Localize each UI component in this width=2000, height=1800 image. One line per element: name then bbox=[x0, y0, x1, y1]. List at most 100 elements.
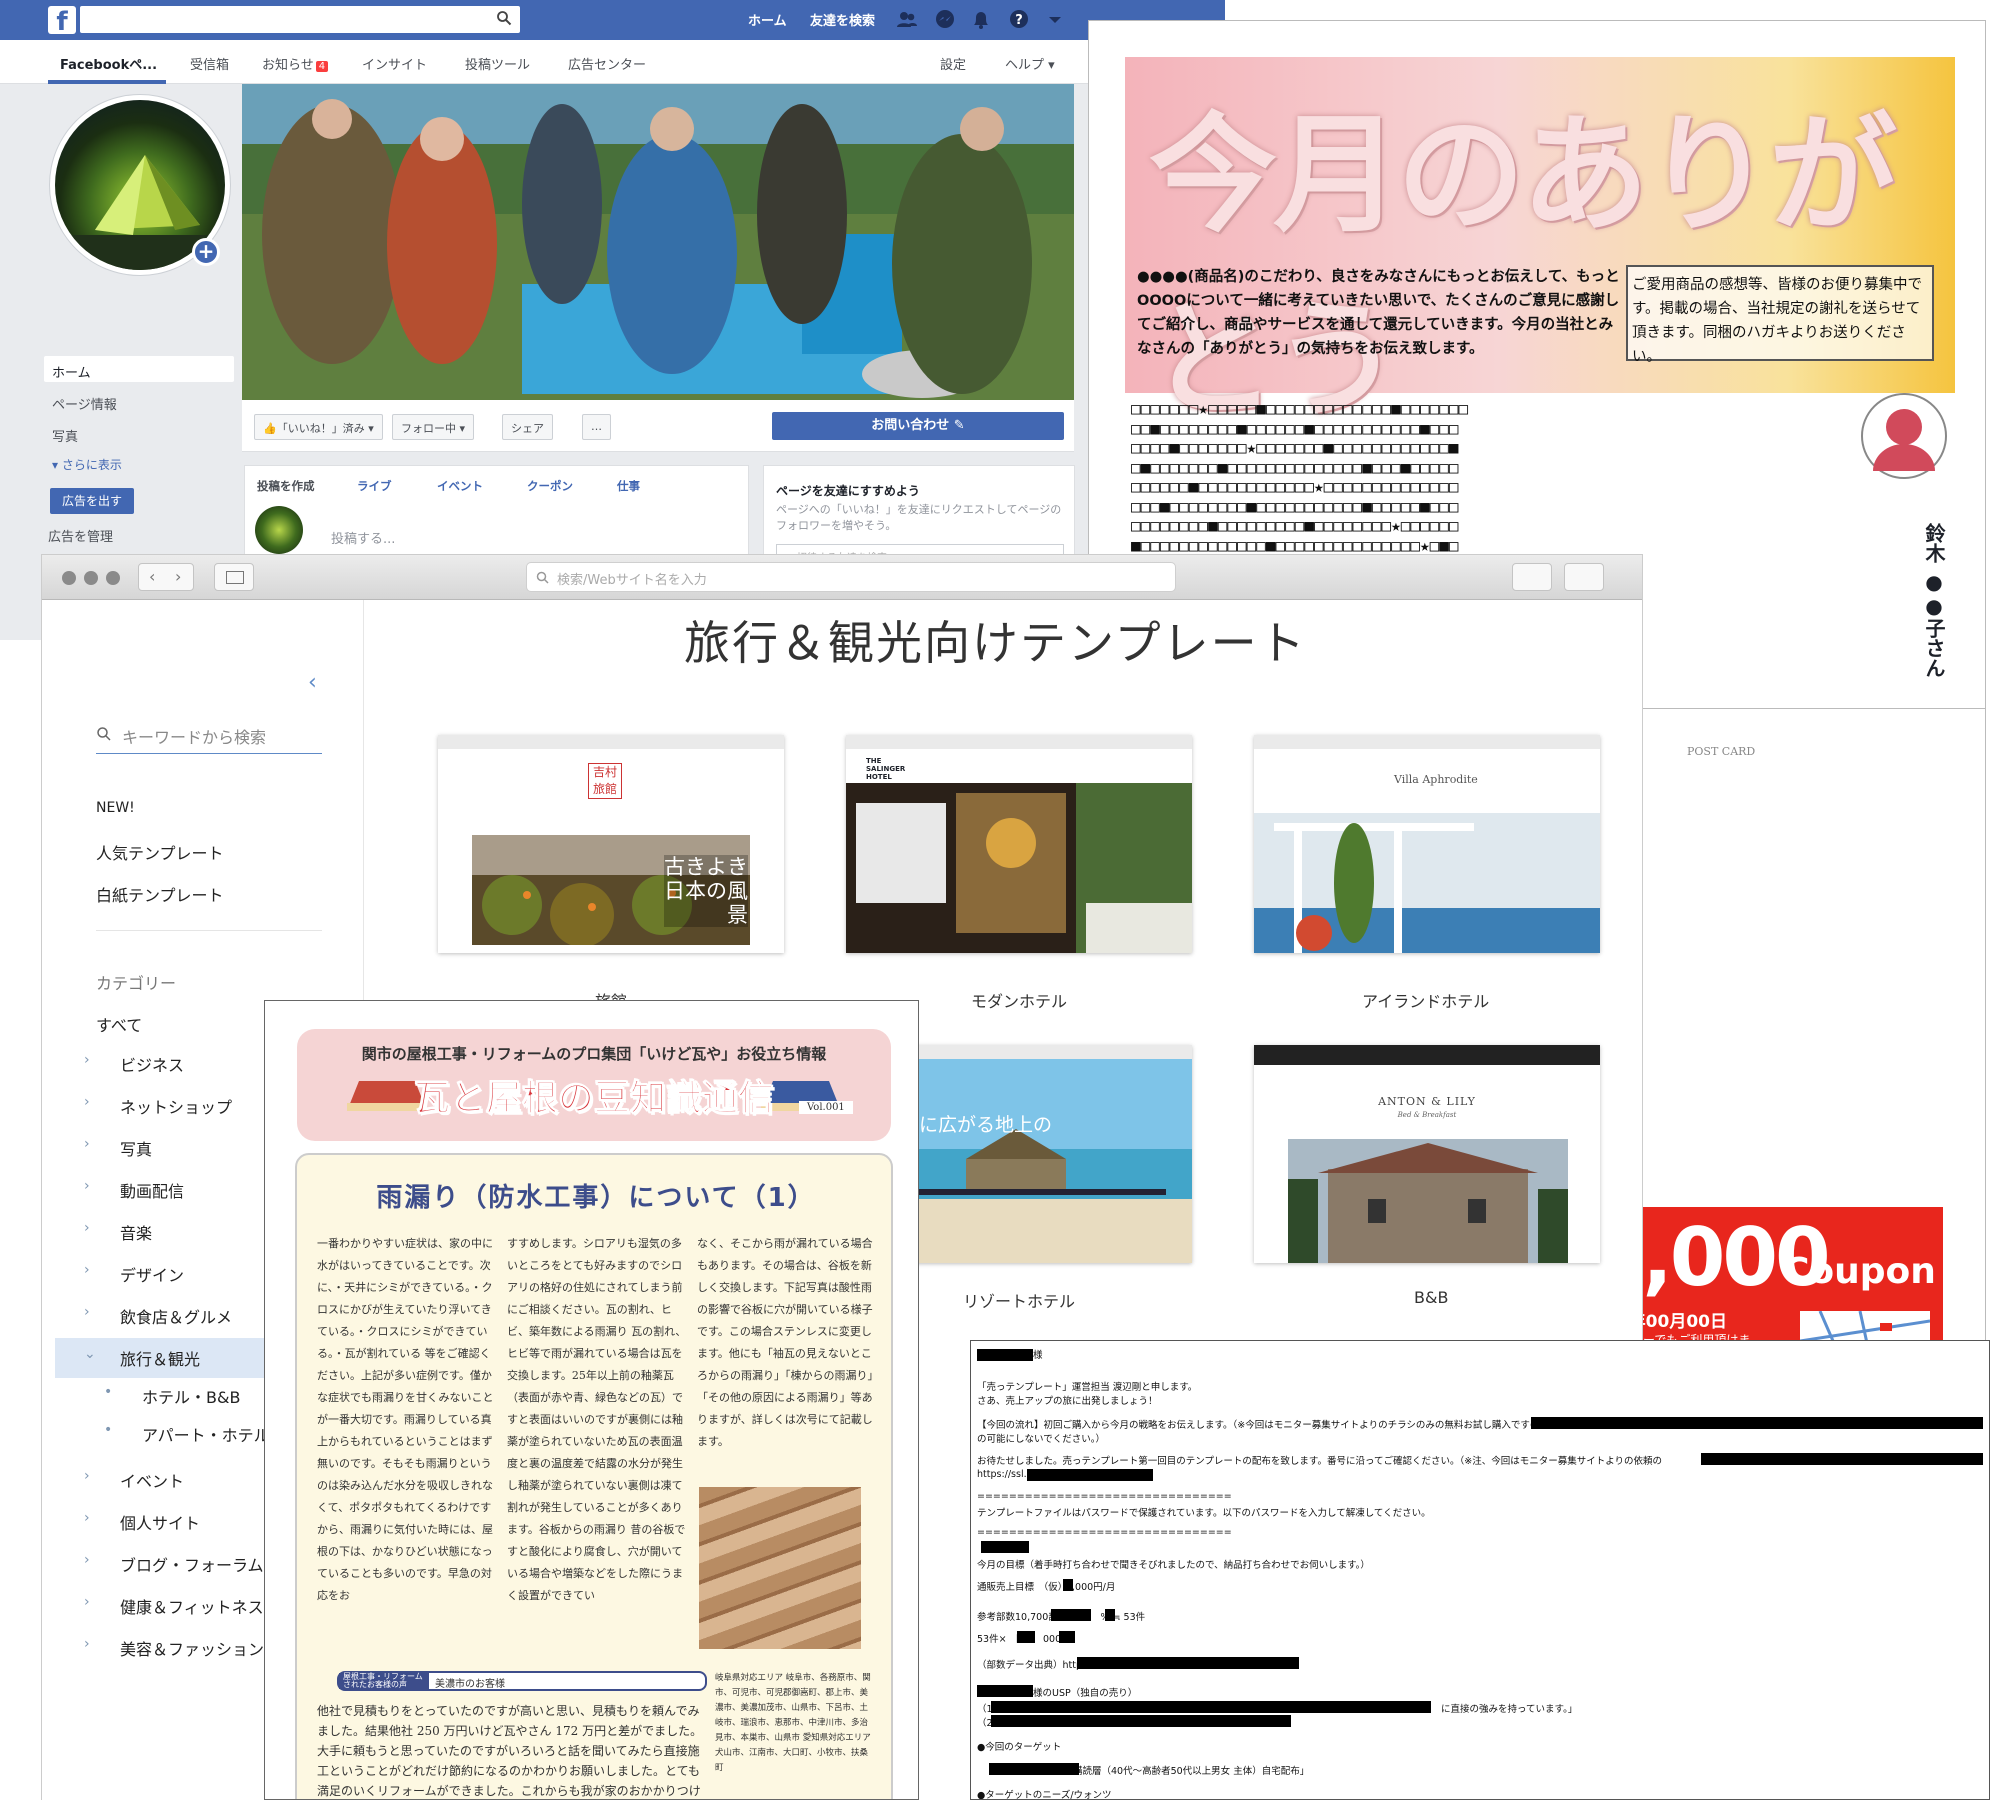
email-line: ●ターゲットのニーズ/ウォンツ bbox=[977, 1790, 1112, 1800]
category-all[interactable]: すべて bbox=[96, 1012, 142, 1036]
category-item[interactable]: 健康＆フィットネス bbox=[120, 1594, 264, 1618]
newsletter-title: 今月のありがとう bbox=[1149, 101, 1897, 435]
volume-number: Vol.001 bbox=[799, 1101, 853, 1114]
create-post-tab[interactable]: 投稿を作成 bbox=[257, 478, 315, 494]
top-link-find-friends[interactable]: 友達を検索 bbox=[810, 10, 875, 29]
tab-ad-center[interactable]: 広告センター bbox=[568, 54, 646, 73]
redaction-bar bbox=[1063, 1579, 1073, 1591]
top-link-home[interactable]: ホーム bbox=[748, 10, 787, 29]
category-item[interactable]: イベント bbox=[120, 1468, 184, 1492]
chevron-right-icon: › bbox=[84, 1510, 90, 1526]
category-item[interactable]: 美容＆ファッション bbox=[120, 1636, 264, 1660]
post-input[interactable]: 投稿する... bbox=[331, 528, 395, 547]
article-heading: 雨漏り（防水工事）について（1） bbox=[376, 1183, 816, 1213]
redaction-bar bbox=[1701, 1453, 1983, 1465]
back-forward-buttons[interactable]: ‹ › bbox=[138, 563, 194, 591]
bullet-icon: • bbox=[104, 1422, 113, 1438]
tab-notifications[interactable]: お知らせ 4 bbox=[262, 54, 329, 73]
sidebar-toggle-icon[interactable] bbox=[214, 563, 254, 591]
category-heading: カテゴリー bbox=[96, 974, 177, 993]
category-item[interactable]: 写真 bbox=[120, 1136, 152, 1160]
category-item[interactable]: 飲食店＆グルメ bbox=[120, 1304, 232, 1328]
facebook-top-bar: f ホーム 友達を検索 ? bbox=[0, 0, 1225, 40]
card-browser-chrome bbox=[1254, 735, 1600, 749]
active-tab-indicator bbox=[48, 80, 166, 84]
tab-insights[interactable]: インサイト bbox=[362, 54, 427, 73]
close-window-icon[interactable] bbox=[62, 571, 76, 585]
template-caption-island-hotel[interactable]: アイランドホテル bbox=[1254, 988, 1600, 1012]
facebook-search-input[interactable] bbox=[80, 6, 520, 33]
tab-facebook-page[interactable]: Facebookペ... bbox=[60, 54, 157, 73]
tab-help[interactable]: ヘルプ ▾ bbox=[1005, 54, 1055, 73]
category-item[interactable]: デザイン bbox=[120, 1262, 184, 1286]
category-item[interactable]: ネットショップ bbox=[120, 1094, 232, 1118]
category-item[interactable]: 音楽 bbox=[120, 1220, 152, 1244]
coupon-tab[interactable]: クーポン bbox=[527, 478, 573, 494]
email-document: 様「売っテンプレート」運営担当 渡辺剛と申します。 さあ、売上アップの旅に出発しま… bbox=[970, 1340, 1990, 1800]
customer-voice-name: 美濃市のお客様 bbox=[435, 1679, 505, 1690]
promote-ad-button[interactable]: 広告を出す bbox=[50, 488, 134, 514]
subcategory-item[interactable]: アパート・ホテル bbox=[142, 1422, 270, 1446]
menu-new[interactable]: NEW! bbox=[96, 800, 135, 816]
template-card-ryokan[interactable]: 吉村旅館 古きよき日本の風景 bbox=[438, 735, 784, 953]
search-underline bbox=[96, 753, 322, 754]
sidebar-show-more[interactable]: ▾ さらに表示 bbox=[52, 456, 122, 473]
keyword-search-input[interactable]: キーワードから検索 bbox=[122, 724, 266, 748]
liked-button[interactable]: 👍「いいね！」済み ▾ bbox=[254, 414, 383, 440]
tab-inbox[interactable]: 受信箱 bbox=[190, 54, 229, 73]
share-icon[interactable] bbox=[1512, 563, 1552, 591]
event-tab[interactable]: イベント bbox=[437, 478, 483, 494]
sidebar-item-page-info[interactable]: ページ情報 bbox=[52, 394, 117, 413]
menu-popular-templates[interactable]: 人気テンプレート bbox=[96, 840, 224, 864]
address-bar[interactable]: 検索/Webサイト名を入力 bbox=[526, 562, 1176, 592]
template-card-modern-hotel[interactable]: THE SALINGER HOTEL bbox=[846, 735, 1192, 953]
bnb-subtitle: Bed & Breakfast bbox=[1397, 1111, 1457, 1119]
zoom-window-icon[interactable] bbox=[106, 571, 120, 585]
contact-us-button[interactable]: お問い合わせ ✎ bbox=[772, 412, 1064, 440]
redaction-bar bbox=[977, 1685, 1033, 1697]
job-tab[interactable]: 仕事 bbox=[617, 478, 640, 494]
forward-icon[interactable]: › bbox=[175, 567, 181, 586]
template-card-bnb[interactable]: ANTON & LILY Bed & Breakfast bbox=[1254, 1045, 1600, 1263]
live-tab[interactable]: ライブ bbox=[357, 478, 392, 494]
menu-blank-templates[interactable]: 白紙テンプレート bbox=[96, 882, 224, 906]
help-icon[interactable]: ? bbox=[1008, 8, 1030, 30]
category-item[interactable]: 動画配信 bbox=[120, 1178, 184, 1202]
facebook-logo-icon[interactable]: f bbox=[48, 6, 76, 34]
minimize-window-icon[interactable] bbox=[84, 571, 98, 585]
back-icon[interactable]: ‹ bbox=[149, 567, 155, 586]
tabs-overview-icon[interactable] bbox=[1564, 563, 1604, 591]
chevron-right-icon: › bbox=[84, 1636, 90, 1652]
messenger-icon[interactable] bbox=[934, 8, 956, 30]
tab-settings[interactable]: 設定 bbox=[940, 54, 966, 73]
search-icon[interactable] bbox=[496, 10, 512, 26]
friends-icon[interactable] bbox=[896, 8, 918, 30]
card-browser-chrome bbox=[438, 735, 784, 749]
manage-ads-link[interactable]: 広告を管理 bbox=[48, 526, 113, 545]
following-button[interactable]: フォロー中 ▾ bbox=[392, 414, 475, 440]
template-card-island-hotel[interactable]: Villa Aphrodite bbox=[1254, 735, 1600, 953]
subcategory-item[interactable]: ホテル・B&B bbox=[142, 1384, 240, 1408]
more-options-button[interactable]: … bbox=[582, 414, 611, 440]
email-line: に直接の強みを持っています。」 bbox=[1441, 1704, 1578, 1715]
redaction-bar bbox=[1531, 1417, 1983, 1429]
template-caption-bnb[interactable]: B&B bbox=[1254, 1288, 1600, 1307]
customer-voice-header: 屋根工事・リフォームされたお客様の声 美濃市のお客様 bbox=[337, 1671, 707, 1691]
email-line: 「売っテンプレート」運営担当 渡辺剛と申します。 bbox=[977, 1382, 1198, 1393]
category-item[interactable]: 個人サイト bbox=[120, 1510, 200, 1534]
add-photo-plus-icon[interactable]: + bbox=[192, 238, 220, 266]
cover-photo[interactable] bbox=[242, 84, 1074, 400]
share-button[interactable]: シェア bbox=[502, 414, 553, 440]
category-item[interactable]: ブログ・フォーラム bbox=[120, 1552, 264, 1576]
chevron-right-icon: › bbox=[84, 1094, 90, 1110]
category-item[interactable]: ビジネス bbox=[120, 1052, 184, 1076]
collapse-chevron-icon[interactable]: ‹ bbox=[308, 670, 317, 695]
account-menu-chevron-icon[interactable] bbox=[1044, 8, 1066, 30]
notifications-bell-icon[interactable] bbox=[970, 8, 992, 30]
sidebar-item-photos[interactable]: 写真 bbox=[52, 426, 78, 445]
postcard-label: POST CARD bbox=[1687, 745, 1756, 758]
newsletter-subtitle: 関市の屋根工事・リフォームのプロ集団「いけど瓦や」お役立ち情報 bbox=[361, 1045, 827, 1063]
category-item[interactable]: 旅行＆観光 bbox=[120, 1346, 200, 1370]
address-search-icon bbox=[536, 571, 549, 584]
tab-publishing-tools[interactable]: 投稿ツール bbox=[465, 54, 530, 73]
